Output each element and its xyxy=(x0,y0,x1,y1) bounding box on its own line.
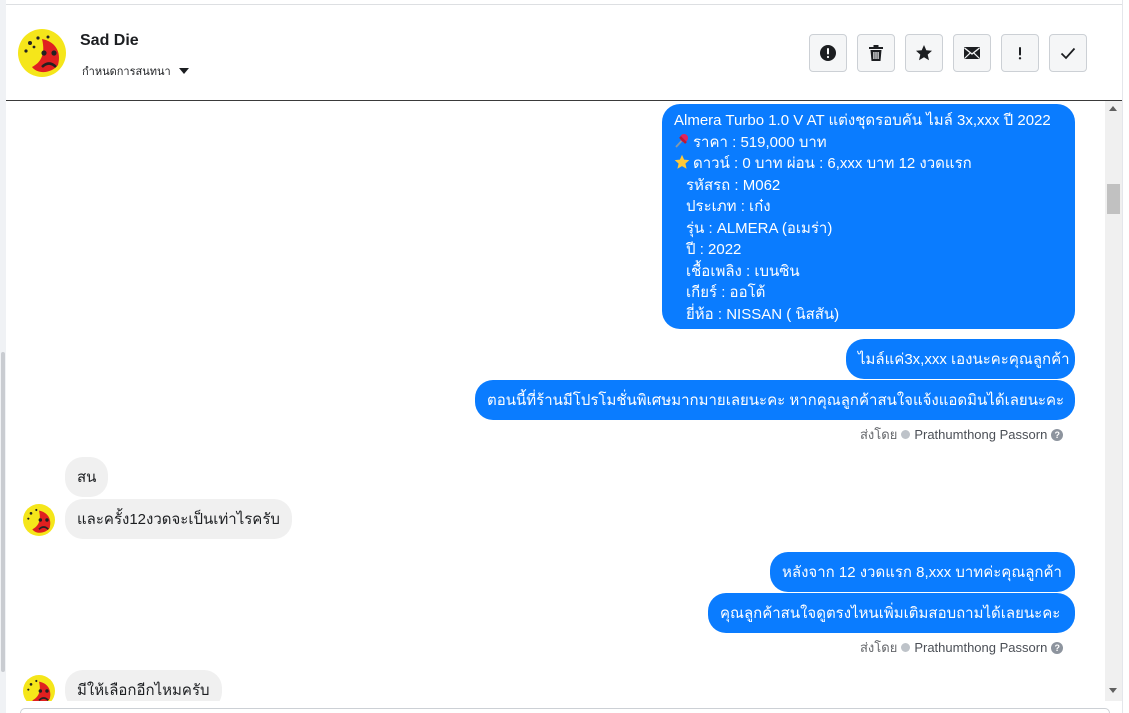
sent-by-text: ส่งโดย xyxy=(860,640,898,655)
follow-up-button[interactable] xyxy=(1001,34,1039,72)
message-composer[interactable] xyxy=(20,708,1110,713)
listing-brand: ยี่ห้อ : NISSAN ( นิสสัน) xyxy=(686,305,840,323)
sent-by-label: ส่งโดย Prathumthong Passorn ? xyxy=(860,424,1064,445)
contact-avatar-small xyxy=(23,675,55,701)
contact-avatar[interactable] xyxy=(18,29,66,77)
pushpin-icon xyxy=(675,133,688,148)
message-bubble-incoming[interactable]: มีให้เลือกอีกไหมครับ xyxy=(65,670,222,701)
star-icon xyxy=(916,45,932,61)
right-panel-edge xyxy=(1122,0,1129,713)
conversation-actions xyxy=(809,34,1087,72)
help-icon[interactable]: ? xyxy=(1051,428,1064,441)
help-icon[interactable]: ? xyxy=(1051,641,1064,654)
contact-name[interactable]: Sad Die xyxy=(80,32,139,50)
listing-type: ประเภท : เก๋ง xyxy=(686,198,771,215)
message-bubble-mileage[interactable]: ไมล์แค่3x,xxx เองนะคะคุณลูกค้า xyxy=(846,339,1075,379)
exclamation-icon xyxy=(1018,47,1022,60)
caret-down-icon xyxy=(178,68,189,74)
alert-circle-icon xyxy=(820,45,836,61)
sent-by-text: ส่งโดย xyxy=(860,427,898,442)
listing-gear: เกียร์ : ออโต้ xyxy=(686,284,766,301)
agent-name-link[interactable]: Prathumthong Passorn xyxy=(914,427,1047,442)
contact-avatar-small xyxy=(23,504,55,536)
checkmark-icon xyxy=(1060,47,1076,60)
message-bubble-promo[interactable]: ตอนนี้ที่ร้านมีโปรโมชั่นพิเศษมากมายเลยนะ… xyxy=(475,380,1075,420)
star-button[interactable] xyxy=(905,34,943,72)
listing-title: Almera Turbo 1.0 V AT แต่งชุดรอบคัน ไมล์… xyxy=(674,112,1051,129)
message-bubble-installment[interactable]: หลังจาก 12 งวดแรก 8,xxx บาทค่ะคุณลูกค้า xyxy=(770,552,1075,592)
conversation-settings-label: กำหนดการสนทนา xyxy=(82,66,171,78)
listing-down-payment: ดาวน์ : 0 บาท ผ่อน : 6,xxx บาท 12 งวดแรก xyxy=(693,155,972,172)
listing-model: รุ่น : ALMERA (อเมร่า) xyxy=(686,219,833,237)
star-emoji-icon xyxy=(674,154,690,169)
thread-scrollbar-thumb[interactable] xyxy=(1107,184,1120,214)
message-bubble-incoming[interactable]: สน xyxy=(65,457,109,497)
mark-done-button[interactable] xyxy=(1049,34,1087,72)
left-scrollbar-thumb[interactable] xyxy=(1,352,5,672)
listing-fuel: เชื้อเพลิง : เบนซิน xyxy=(686,262,800,280)
trash-icon xyxy=(869,45,883,61)
conversation-settings-dropdown[interactable]: กำหนดการสนทนา xyxy=(82,62,189,80)
conversation-header: Sad Die กำหนดการสนทนา xyxy=(6,4,1122,101)
agent-status-icon xyxy=(901,643,911,652)
listing-year: ปี : 2022 xyxy=(686,241,742,258)
listing-price: ราคา : 519,000 บาท xyxy=(693,133,827,151)
message-bubble-more-info[interactable]: คุณลูกค้าสนใจดูตรงไหนเพิ่มเติมสอบถามได้เ… xyxy=(708,593,1075,633)
listing-code: รหัสรถ : M062 xyxy=(686,176,781,194)
agent-status-icon xyxy=(901,430,911,439)
mark-spam-button[interactable] xyxy=(809,34,847,72)
message-bubble-listing[interactable]: Almera Turbo 1.0 V AT แต่งชุดรอบคัน ไมล์… xyxy=(662,104,1075,329)
delete-button[interactable] xyxy=(857,34,895,72)
thread-scrollbar[interactable] xyxy=(1105,101,1122,701)
sent-by-label: ส่งโดย Prathumthong Passorn ? xyxy=(860,637,1064,658)
agent-name-link[interactable]: Prathumthong Passorn xyxy=(914,640,1047,655)
scroll-down-arrow-icon[interactable] xyxy=(1109,688,1117,693)
message-bubble-incoming[interactable]: และครั้ง12งวดจะเป็นเท่าไรครับ xyxy=(65,499,292,539)
scroll-up-arrow-icon[interactable] xyxy=(1109,106,1117,111)
mark-unread-button[interactable] xyxy=(953,34,991,72)
message-thread[interactable]: Almera Turbo 1.0 V AT แต่งชุดรอบคัน ไมล์… xyxy=(6,101,1105,701)
envelope-icon xyxy=(964,47,980,59)
